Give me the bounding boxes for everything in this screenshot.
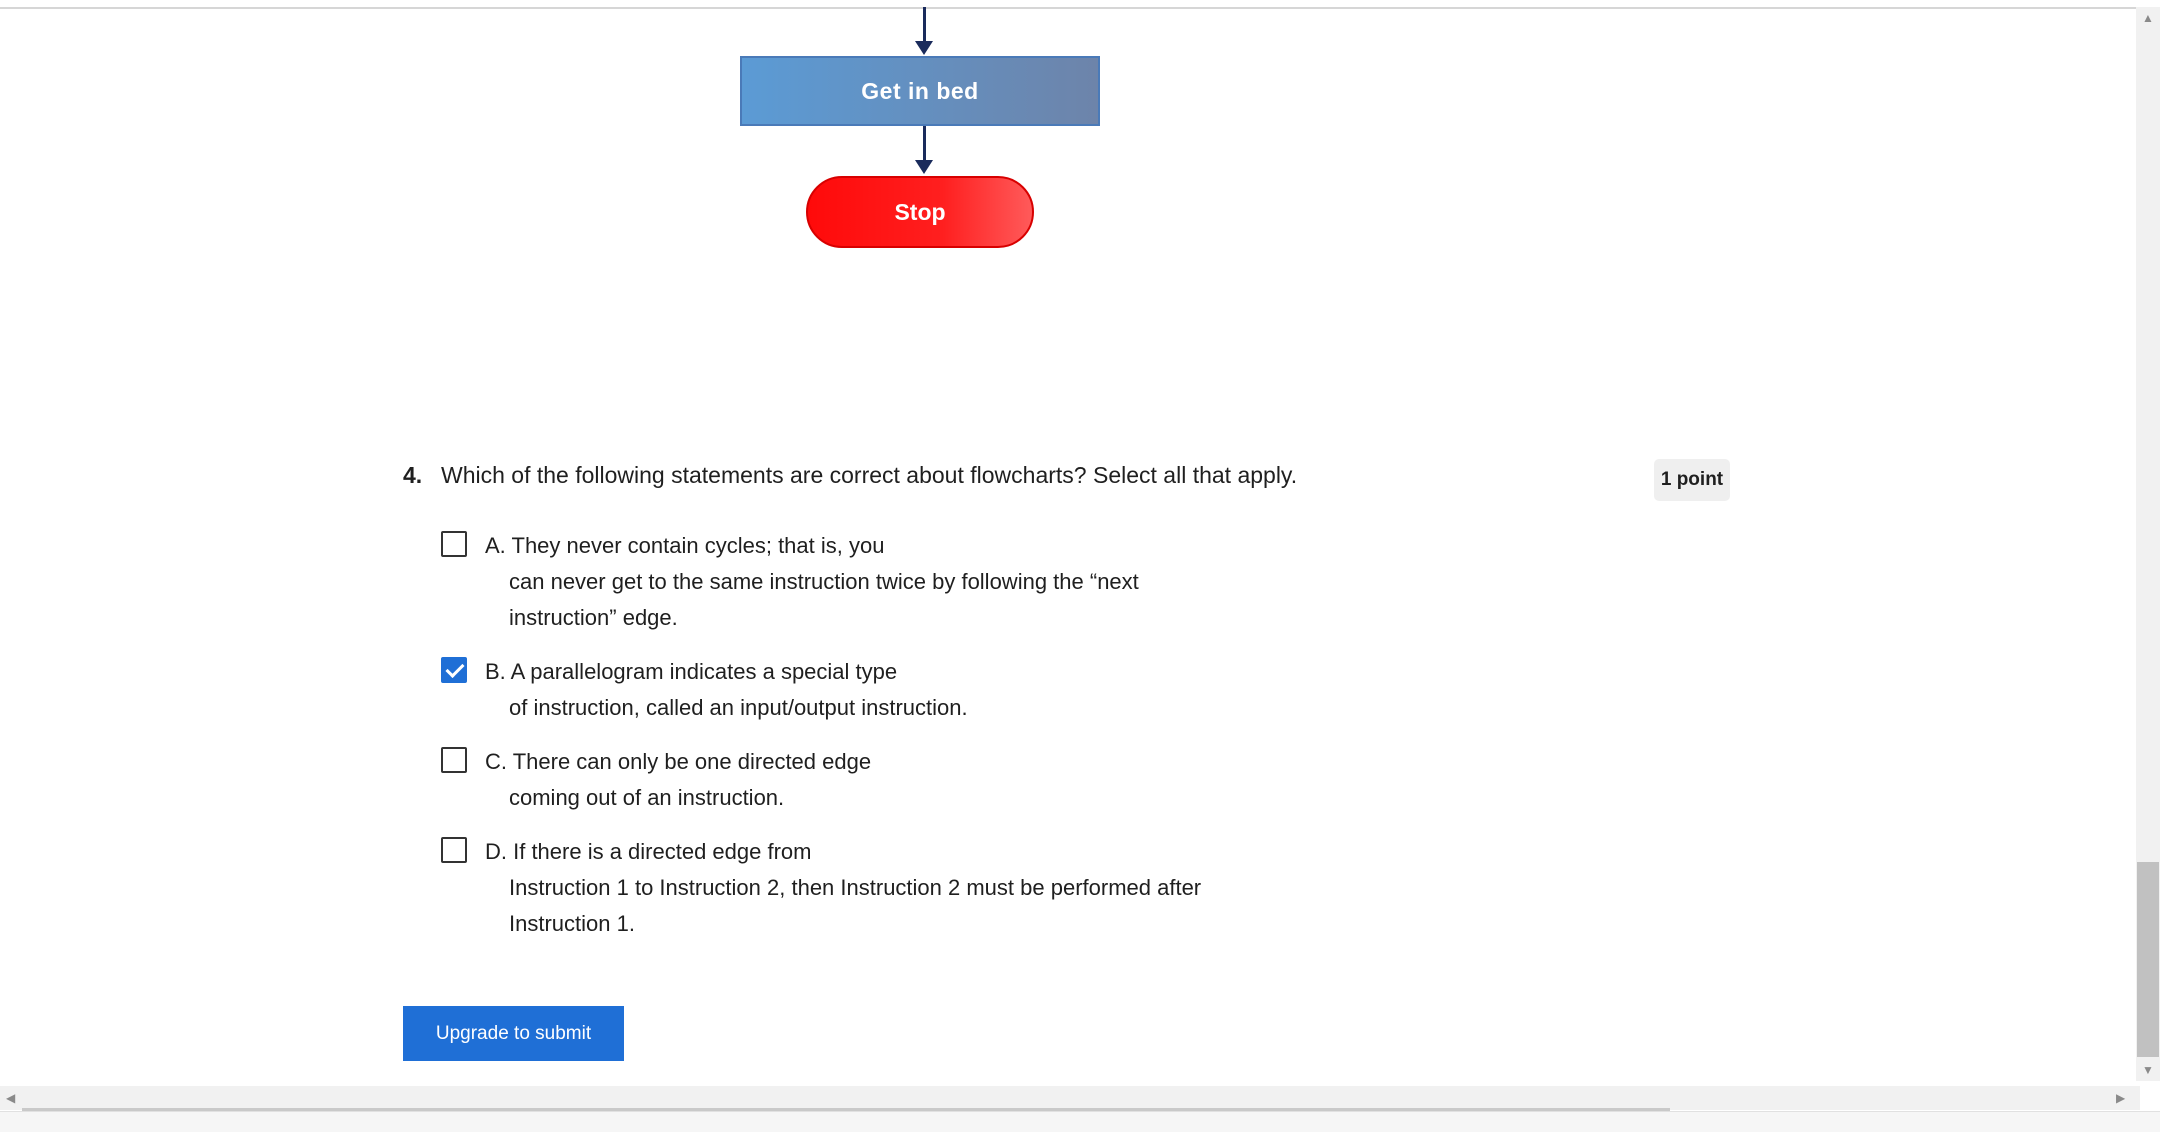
flowchart-process-get-in-bed: Get in bed <box>740 56 1100 126</box>
window-top-border <box>0 0 2140 9</box>
option-a-checkbox[interactable] <box>441 531 467 557</box>
scroll-left-icon[interactable]: ◀ <box>6 1092 15 1104</box>
option-d-text: D. If there is a directed edge from Inst… <box>485 834 1385 942</box>
scroll-up-icon[interactable]: ▲ <box>2142 12 2154 24</box>
option-d-checkbox[interactable] <box>441 837 467 863</box>
option-b-text: B. A parallelogram indicates a special t… <box>485 654 1385 726</box>
taskbar-strip <box>0 1111 2160 1132</box>
upgrade-to-submit-button[interactable]: Upgrade to submit <box>403 1006 624 1061</box>
flow-arrow-middle-icon <box>915 160 933 174</box>
option-b-line1: B. A parallelogram indicates a special t… <box>485 659 898 684</box>
points-badge: 1 point <box>1654 459 1730 501</box>
option-c-line1: C. There can only be one directed edge <box>485 749 872 774</box>
terminal-label: Stop <box>894 198 946 225</box>
option-c-line2: coming out of an instruction. <box>509 785 785 810</box>
option-d-line1: D. If there is a directed edge from <box>485 839 812 864</box>
question-number: 4. <box>403 462 423 488</box>
option-c-text: C. There can only be one directed edge c… <box>485 744 1385 816</box>
question-text: Which of the following statements are co… <box>441 462 1298 488</box>
option-a-text: A. They never contain cycles; that is, y… <box>485 528 1385 636</box>
option-c-checkbox[interactable] <box>441 747 467 773</box>
option-b-line2: of instruction, called an input/output i… <box>509 695 968 720</box>
flow-arrow-top-icon <box>915 41 933 55</box>
option-d-line3: Instruction 1. <box>509 911 635 936</box>
option-b-checkbox[interactable] <box>441 657 467 683</box>
flow-edge-top <box>923 7 926 43</box>
option-a-line1: A. They never contain cycles; that is, y… <box>485 533 885 558</box>
scroll-down-icon[interactable]: ▼ <box>2142 1064 2154 1076</box>
option-a-line3: instruction” edge. <box>509 605 678 630</box>
flow-edge-middle <box>923 126 926 162</box>
vertical-scroll-thumb[interactable] <box>2137 862 2159 1057</box>
option-d-line2: Instruction 1 to Instruction 2, then Ins… <box>509 875 1202 900</box>
process-label: Get in bed <box>861 77 979 104</box>
scroll-right-icon[interactable]: ▶ <box>2116 1092 2125 1104</box>
option-a-line2: can never get to the same instruction tw… <box>509 569 1139 594</box>
flowchart-terminal-stop: Stop <box>806 176 1034 248</box>
horizontal-scrollbar[interactable] <box>0 1086 2140 1110</box>
